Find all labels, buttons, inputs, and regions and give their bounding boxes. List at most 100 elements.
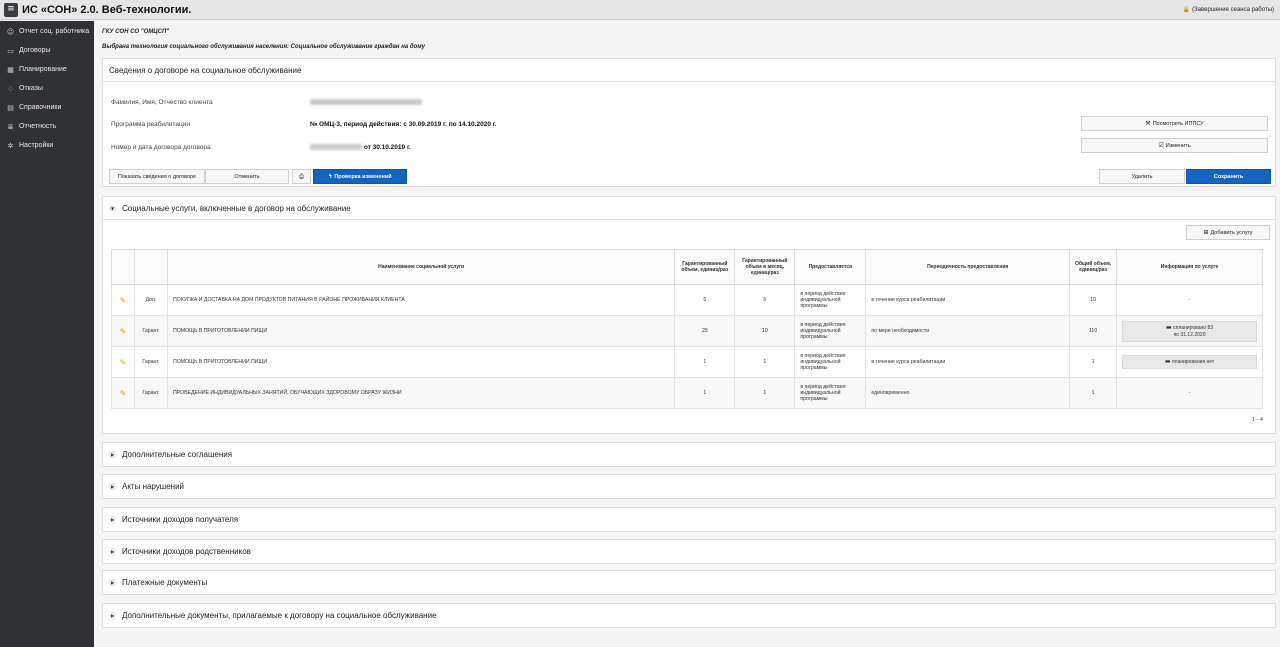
table-pager: 1 - 4 [1251, 417, 1263, 423]
edit-cell[interactable]: ✎ [111, 377, 135, 409]
table-row[interactable]: ✎ Доп. ПОКУПКА И ДОСТАВКА НА ДОМ ПРОДУКТ… [111, 284, 1263, 316]
top-bar: ≡ ИС «СОН» 2.0. Веб-технологии. 🔒 (Завер… [0, 0, 1280, 20]
edit-label: Изменить [1165, 142, 1191, 149]
sidebar-item-planning[interactable]: ▦ Планирование [0, 60, 94, 79]
save-button[interactable]: Сохранить [1186, 169, 1271, 184]
contract-panel-heading: Сведения о договоре на социальное обслуж… [103, 59, 1275, 82]
column-header-total-volume[interactable]: Общий объем, единиц/раз [1069, 249, 1118, 285]
sidebar-item-label: Справочники [19, 104, 62, 111]
hamburger-icon: ≡ [7, 4, 15, 14]
planning-info: спланировано 83 [1173, 324, 1214, 331]
pencil-icon[interactable]: ✎ [120, 327, 127, 336]
monthly-volume: 1 [734, 377, 796, 409]
delete-label: Удалить [1131, 173, 1153, 180]
sidebar-item-refusals[interactable]: ♢ Отказы [0, 79, 94, 98]
view-ippsu-label: Посмотреть ИППСУ [1152, 120, 1204, 127]
service-info: - [1116, 377, 1263, 409]
column-header-provided[interactable]: Предоставляется [794, 249, 867, 285]
gears-icon: ✲ [7, 141, 14, 150]
logout-link[interactable]: 🔒 (Завершение сеанса работы) [1183, 6, 1274, 13]
sidebar-item-reports[interactable]: ≣ Отчетность [0, 117, 94, 136]
provided: в период действия индивидуальной програм… [794, 284, 867, 316]
monthly-volume: 1 [734, 346, 796, 378]
table-row[interactable]: ✎ Гарант. ПРОВЕДЕНИЕ ИНДИВИДУАЛЬНЫХ ЗАНЯ… [111, 377, 1263, 409]
periodicity: по мере необходимости [865, 315, 1071, 347]
bolt-icon: ϟ [328, 173, 333, 180]
periodicity: единовременно [865, 377, 1071, 409]
service-name: ПРОВЕДЕНИЕ ИНДИВИДУАЛЬНЫХ ЗАНЯТИЙ, ОБУЧА… [166, 377, 676, 409]
total-volume: 1 [1069, 377, 1118, 409]
section-header[interactable]: ▶ Источники доходов получателя [103, 508, 1275, 531]
caret-right-icon: ▶ [109, 483, 116, 490]
sidebar-item-directories[interactable]: ▤ Справочники [0, 98, 94, 117]
edit-cell[interactable]: ✎ [111, 346, 135, 378]
table-header-row: Наименование социальной услуги Гарантиро… [111, 249, 1263, 285]
edit-button[interactable]: ☑ Изменить [1081, 138, 1268, 153]
check-changes-button[interactable]: ϟ Проверка изменений [313, 169, 407, 184]
section-relatives-income[interactable]: ▶ Источники доходов родственников [102, 539, 1276, 564]
book-icon: ▤ [7, 103, 14, 112]
menu-toggle-button[interactable]: ≡ [4, 2, 18, 17]
monthly-volume: 10 [734, 315, 796, 347]
service-type: Гарант. [133, 377, 168, 409]
column-header-service-name[interactable]: Наименование социальной услуги [166, 249, 676, 285]
section-additional-documents[interactable]: ▶ Дополнительные документы, прилагаемые к… [102, 603, 1276, 628]
sidebar-item-label: Отчетность [19, 123, 57, 130]
pencil-icon[interactable]: ✎ [120, 358, 127, 367]
calendar-icon: ▬ [1166, 323, 1172, 331]
column-header-monthly-volume[interactable]: Гарантированный объем в месяц, единиц/ра… [734, 249, 796, 285]
delete-button[interactable]: Удалить [1099, 169, 1185, 184]
cancel-button[interactable]: Отменить [205, 169, 289, 184]
caret-right-icon: ▶ [109, 548, 116, 555]
program-value: № ОМЦ-3, период действия: с 30.09.2019 г… [310, 121, 497, 128]
table-row[interactable]: ✎ Гарант. ПОМОЩЬ В ПРИГОТОВЛЕНИИ ПИЩИ 1 … [111, 346, 1263, 378]
sidebar-item-social-worker-report[interactable]: ☺ Отчет соц. работника [0, 22, 94, 41]
pencil-icon[interactable]: ✎ [120, 296, 127, 305]
sidebar-item-label: Планирование [19, 66, 67, 73]
guaranteed-volume: 25 [674, 315, 736, 347]
print-button[interactable]: ⎙ [292, 169, 311, 184]
caret-down-icon: ▼ [109, 204, 116, 212]
column-header-service-info[interactable]: Информация по услуге [1116, 249, 1263, 285]
table-row[interactable]: ✎ Гарант. ПОМОЩЬ В ПРИГОТОВЛЕНИИ ПИЩИ 25… [111, 315, 1263, 347]
caret-right-icon: ▶ [109, 579, 116, 586]
planning-info-date: по 31.12.2020 [1173, 331, 1206, 338]
column-header-guaranteed-volume[interactable]: Гарантированный объем, единиц/раз [674, 249, 736, 285]
logout-label: (Завершение сеанса работы) [1192, 6, 1274, 13]
client-name-value [310, 99, 422, 106]
planning-info-button[interactable]: ▬ спланировано 83 по 31.12.2020 [1122, 320, 1257, 342]
organization-name: ГКУ СОН СО "ОМЦСП" [102, 29, 170, 35]
show-contract-button[interactable]: Показать сведения о договоре [109, 169, 205, 184]
section-violation-acts[interactable]: ▶ Акты нарушений [102, 474, 1276, 499]
sidebar-item-contracts[interactable]: ▭ Договоры [0, 41, 94, 60]
pencil-icon[interactable]: ✎ [120, 389, 127, 398]
column-header-periodicity[interactable]: Периодичность предоставления [865, 249, 1071, 285]
planning-info: планирования нет [1171, 359, 1215, 365]
section-header[interactable]: ▶ Дополнительные документы, прилагаемые к… [103, 604, 1275, 627]
edit-cell[interactable]: ✎ [111, 315, 135, 347]
section-additional-agreements[interactable]: ▶ Дополнительные соглашения [102, 442, 1276, 467]
section-header[interactable]: ▶ Акты нарушений [103, 475, 1275, 498]
service-info: - [1116, 284, 1263, 316]
guaranteed-volume: 1 [674, 346, 736, 378]
lock-icon: 🔒 [1182, 6, 1191, 13]
section-header[interactable]: ▶ Источники доходов родственников [103, 540, 1275, 563]
section-recipient-income[interactable]: ▶ Источники доходов получателя [102, 507, 1276, 532]
view-ippsu-button[interactable]: ⚒ Посмотреть ИППСУ [1081, 116, 1268, 131]
periodicity: в течение курса реабилитации [865, 284, 1071, 316]
edit-cell[interactable]: ✎ [111, 284, 135, 316]
show-contract-label: Показать сведения о договоре [117, 173, 197, 180]
section-payment-documents[interactable]: ▶ Платежные документы [102, 570, 1276, 595]
main-content: ГКУ СОН СО "ОМЦСП" Выбрана технология со… [94, 21, 1280, 647]
section-header[interactable]: ▶ Платежные документы [103, 571, 1275, 594]
guaranteed-volume: 1 [674, 377, 736, 409]
section-header[interactable]: ▶ Дополнительные соглашения [103, 443, 1275, 466]
add-service-button[interactable]: ⊞ Добавить услугу [1186, 225, 1270, 240]
check-changes-label: Проверка изменений [334, 173, 392, 180]
service-type: Гарант. [133, 346, 168, 378]
guaranteed-volume: 5 [674, 284, 736, 316]
sidebar-item-label: Настройки [19, 142, 54, 149]
services-panel-heading[interactable]: ▼ Социальные услуги, включенные в догово… [103, 197, 1275, 220]
planning-info-button[interactable]: ▬ планирования нет [1122, 355, 1257, 369]
sidebar-item-settings[interactable]: ✲ Настройки [0, 136, 94, 155]
